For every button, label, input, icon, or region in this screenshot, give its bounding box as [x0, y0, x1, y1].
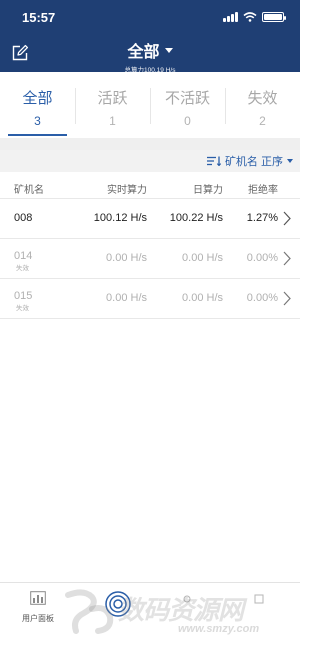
sort-list-icon — [206, 156, 221, 166]
section-separator — [0, 138, 300, 150]
watermark-text: 数码资源网 — [118, 595, 244, 625]
miner-reject-rate: 1.27% — [246, 212, 278, 224]
sort-button[interactable]: 矿机名 正序 — [206, 153, 293, 169]
status-icons — [223, 12, 286, 22]
miner-daily-hashrate: 100.22 H/s — [169, 212, 223, 224]
tab-more[interactable] — [254, 591, 264, 609]
tab-label: 全部 — [22, 90, 53, 107]
miner-name: 015 — [14, 290, 33, 302]
status-time: 15:57 — [22, 10, 56, 25]
tab-count: 3 — [34, 114, 41, 128]
tab-inactive[interactable]: 不活跃 0 — [150, 72, 225, 138]
miner-daily-hashrate: 0.00 H/s — [182, 252, 223, 264]
wifi-icon — [243, 12, 257, 22]
tab-user-panel[interactable]: 用户面板 — [20, 591, 56, 624]
miner-row[interactable]: 014 失效 0.00 H/s 0.00 H/s 0.00% — [0, 238, 300, 278]
column-header-daily: 日算力 — [193, 185, 223, 196]
miner-realtime-hashrate: 0.00 H/s — [106, 292, 147, 304]
miner-reject-rate: 0.00% — [246, 252, 278, 264]
miner-status: 失效 — [16, 265, 29, 272]
group-selector[interactable]: 全部 — [127, 38, 173, 62]
miner-realtime-hashrate: 0.00 H/s — [106, 252, 147, 264]
status-tabs: 全部 3 活跃 1 不活跃 0 失效 2 — [0, 72, 300, 138]
tab-label: 活跃 — [97, 90, 128, 107]
tab-count: 1 — [109, 114, 116, 128]
header-title-area: 全部 总算力100.19 H/s — [0, 38, 300, 74]
column-header-reject: 拒绝率 — [248, 185, 278, 196]
tab-label: 不活跃 — [164, 90, 210, 107]
miner-row[interactable]: 015 失效 0.00 H/s 0.00 H/s 0.00% — [0, 278, 300, 319]
column-header-realtime: 实时算力 — [107, 185, 147, 196]
tab-count: 2 — [259, 114, 266, 128]
table-header: 矿机名 实时算力 日算力 拒绝率 — [0, 172, 300, 198]
miner-row[interactable]: 008 100.12 H/s 100.22 H/s 1.27% — [0, 198, 300, 238]
miner-status: 失效 — [16, 305, 29, 312]
sort-label: 矿机名 正序 — [224, 156, 283, 168]
watermark-logo — [65, 589, 114, 634]
column-header-name: 矿机名 — [14, 185, 44, 196]
tab-user-panel-label: 用户面板 — [22, 614, 54, 623]
tab-invalid[interactable]: 失效 2 — [225, 72, 300, 138]
miner-name: 008 — [14, 212, 33, 224]
app-header: 15:57 全部 总算力100.19 H/s — [0, 0, 300, 74]
tab-label: 失效 — [247, 90, 278, 107]
tab-count: 0 — [184, 114, 191, 128]
tab-all[interactable]: 全部 3 — [0, 72, 75, 138]
sort-bar: 矿机名 正序 — [0, 150, 300, 172]
battery-icon — [262, 12, 286, 22]
page-title: 全部 — [127, 44, 160, 61]
status-bar: 15:57 — [0, 0, 300, 34]
caret-down-icon — [164, 47, 173, 53]
miner-name: 014 — [14, 250, 33, 262]
tab-active[interactable]: 活跃 1 — [75, 72, 150, 138]
chevron-right-icon — [283, 251, 291, 266]
caret-down-icon — [287, 159, 293, 163]
miner-realtime-hashrate: 100.12 H/s — [93, 212, 147, 224]
dashboard-icon — [30, 591, 46, 605]
miner-reject-rate: 0.00% — [246, 292, 278, 304]
tab-icon — [254, 594, 264, 604]
chevron-right-icon — [283, 211, 291, 226]
cellular-signal-icon — [223, 12, 238, 22]
miner-daily-hashrate: 0.00 H/s — [182, 292, 223, 304]
chevron-right-icon — [283, 291, 291, 306]
watermark-url: www.smzy.com — [178, 623, 260, 635]
